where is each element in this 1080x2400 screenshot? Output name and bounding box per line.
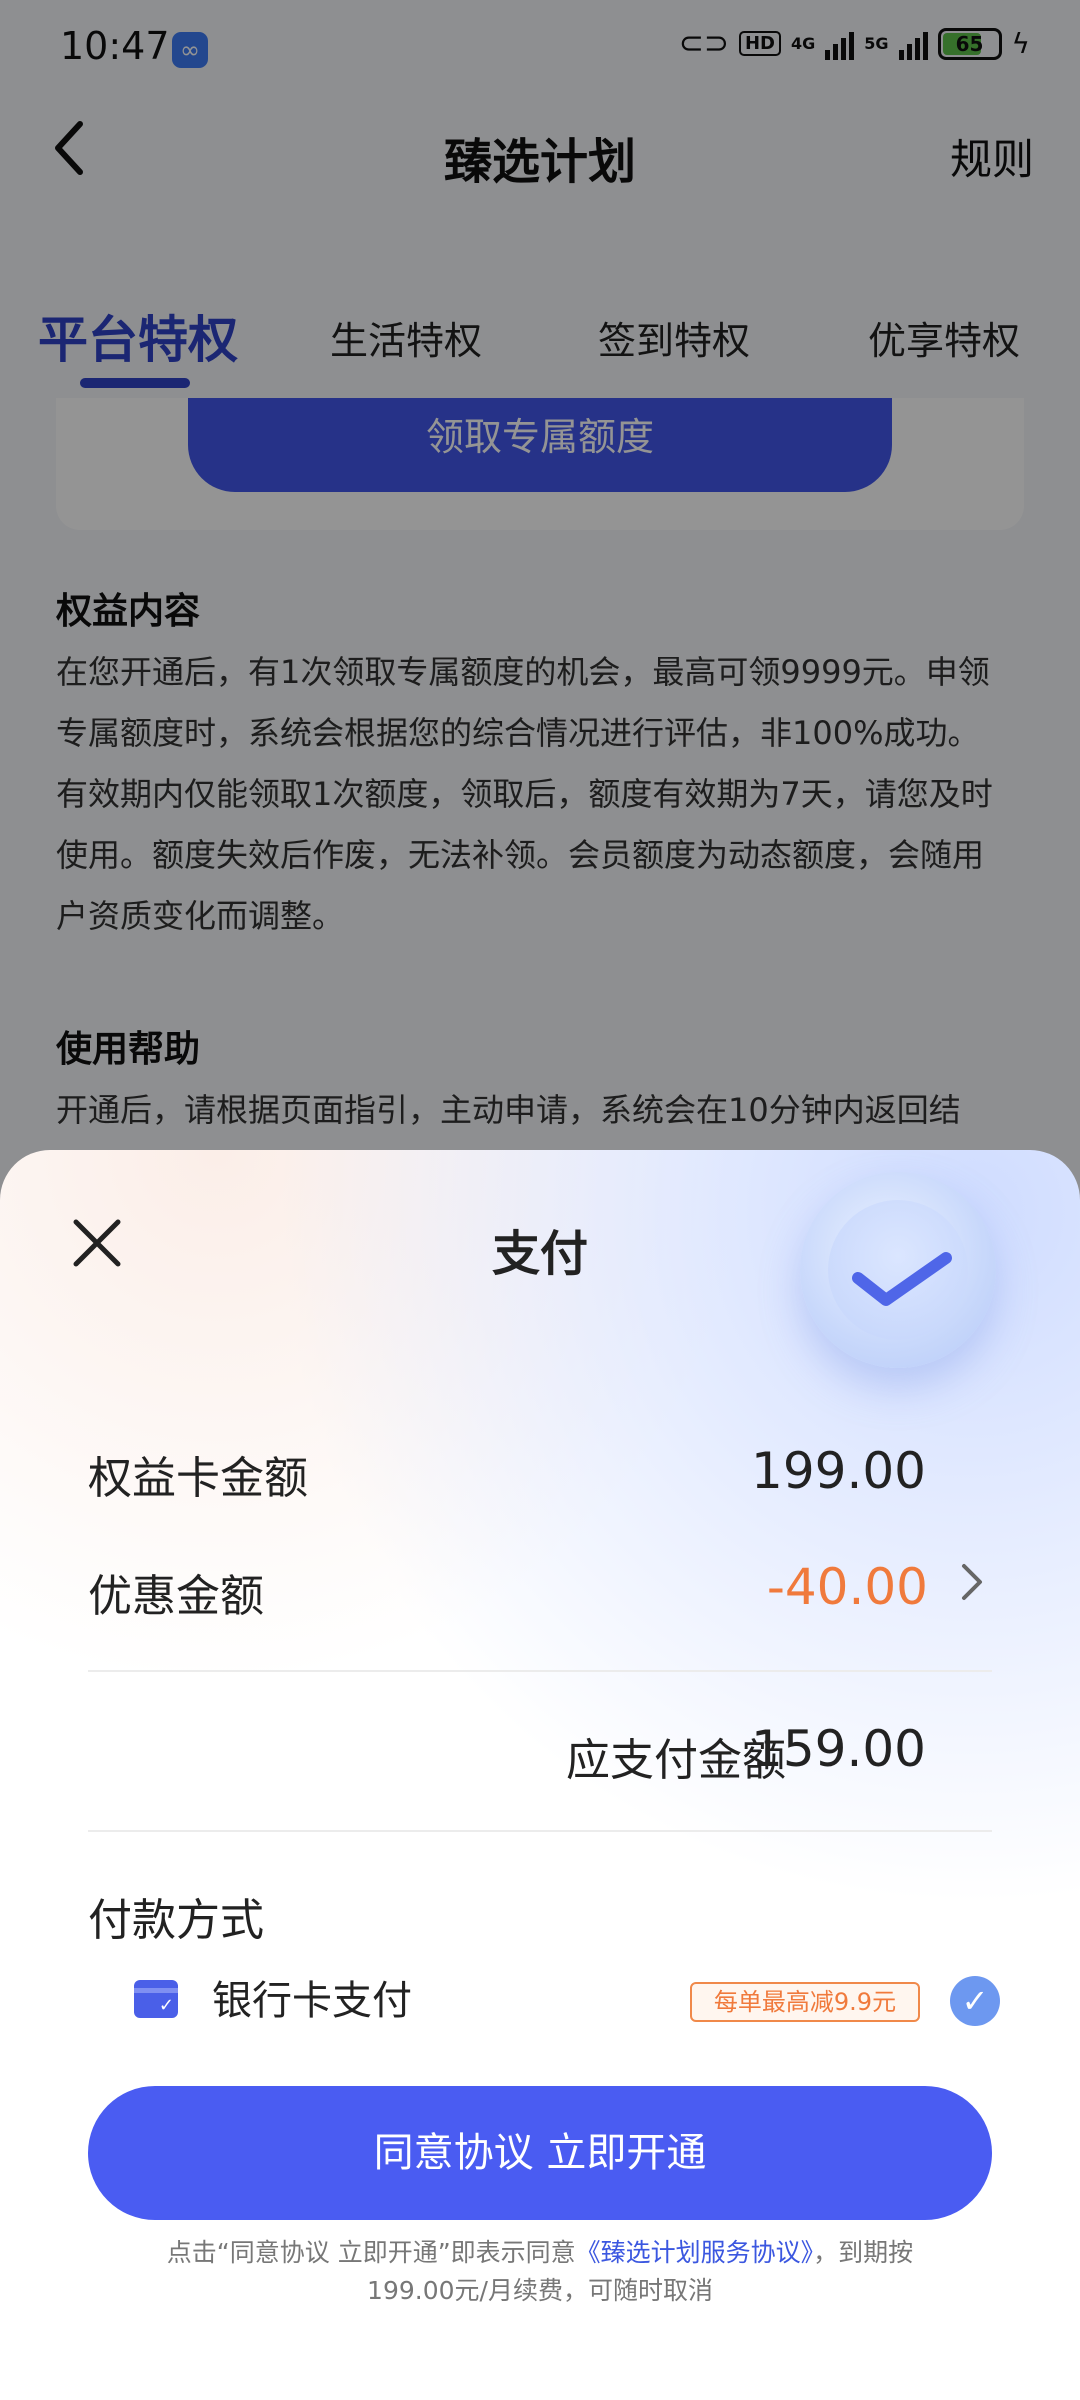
chevron-right-icon[interactable]	[960, 1562, 984, 1612]
checkmark-coin-icon	[800, 1172, 996, 1368]
payment-sheet: 支付 权益卡金额 199.00 优惠金额 -40.00 应支付金额 159.00…	[0, 1150, 1080, 2400]
due-amount-value: 159.00	[751, 1720, 926, 1778]
discount-label[interactable]: 优惠金额	[88, 1560, 264, 1624]
agreement-suffix: ，到期按	[813, 2238, 914, 2267]
agreement-prefix: 点击“同意协议 立即开通”即表示同意	[166, 2238, 576, 2267]
payment-method-title: 付款方式	[88, 1895, 264, 1946]
service-agreement-link[interactable]: 《臻选计划服务协议》	[576, 2238, 814, 2267]
divider	[88, 1670, 992, 1672]
agreement-text: 点击“同意协议 立即开通”即表示同意《臻选计划服务协议》，到期按 199.00元…	[60, 2234, 1020, 2310]
agree-and-activate-button[interactable]: 同意协议 立即开通	[88, 2086, 992, 2220]
divider	[88, 1830, 992, 1832]
selected-check-icon[interactable]: ✓	[950, 1976, 1000, 2026]
card-amount-label: 权益卡金额	[88, 1453, 308, 1504]
agreement-renewal: 199.00元/月续费，可随时取消	[367, 2276, 713, 2305]
discount-value[interactable]: -40.00	[767, 1558, 928, 1616]
card-amount-value: 199.00	[751, 1442, 926, 1500]
bank-card-icon: ✓	[134, 1980, 178, 2018]
discount-badge: 每单最高减9.9元	[690, 1982, 920, 2022]
bank-card-payment-label[interactable]: 银行卡支付	[212, 1968, 412, 2026]
